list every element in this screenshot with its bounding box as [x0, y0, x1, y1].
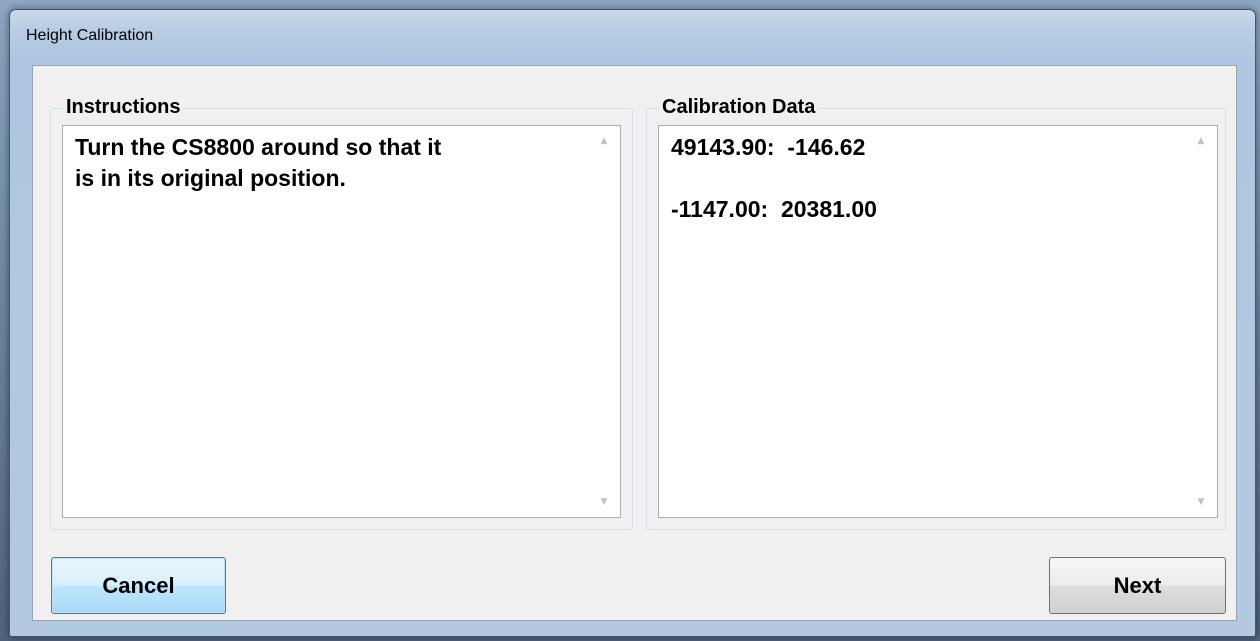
- calibration-data-label: Calibration Data: [659, 96, 819, 118]
- instructions-text: Turn the CS8800 around so that it is in …: [75, 134, 442, 191]
- window-title: Height Calibration: [26, 27, 154, 44]
- calibration-data-text: 49143.90: -146.62 -1147.00: 20381.00: [671, 134, 877, 222]
- scroll-down-icon[interactable]: ▼: [588, 489, 620, 515]
- scroll-up-icon[interactable]: ▲: [588, 128, 620, 154]
- scroll-up-icon[interactable]: ▲: [1185, 128, 1217, 154]
- instructions-textbox[interactable]: Turn the CS8800 around so that it is in …: [62, 125, 621, 518]
- instructions-label: Instructions: [63, 96, 184, 118]
- dialog-client-area: Instructions Turn the CS8800 around so t…: [32, 65, 1237, 621]
- scroll-down-icon[interactable]: ▼: [1185, 489, 1217, 515]
- height-calibration-dialog: Height Calibration Instructions Turn the…: [9, 9, 1256, 637]
- instructions-scrollbar[interactable]: ▲ ▼: [588, 126, 620, 517]
- calibration-data-group: Calibration Data 49143.90: -146.62 -1147…: [646, 96, 1226, 530]
- calibration-data-textbox[interactable]: 49143.90: -146.62 -1147.00: 20381.00 ▲ ▼: [658, 125, 1218, 518]
- instructions-group: Instructions Turn the CS8800 around so t…: [50, 96, 633, 530]
- next-button[interactable]: Next: [1049, 557, 1226, 614]
- calibration-scrollbar[interactable]: ▲ ▼: [1185, 126, 1217, 517]
- title-bar[interactable]: Height Calibration: [10, 10, 1255, 64]
- cancel-button[interactable]: Cancel: [51, 557, 226, 614]
